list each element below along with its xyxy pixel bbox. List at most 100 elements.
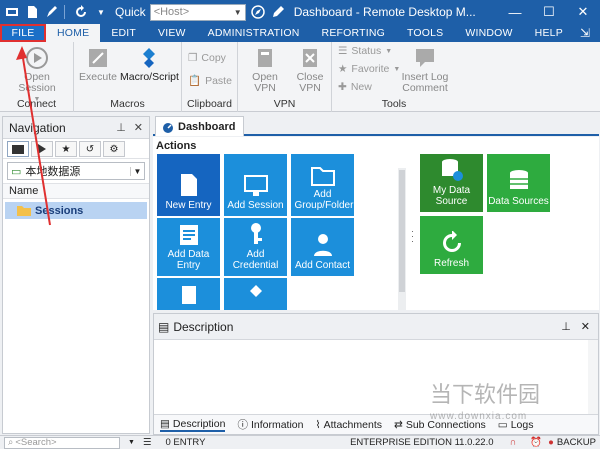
paste-icon: 📋 [188,75,202,87]
tab-file[interactable]: FILE [0,24,46,42]
star-icon[interactable]: ★ [55,141,77,157]
backup-icon: ● [548,437,554,448]
chevron-down-icon[interactable]: ▼ [128,439,135,446]
more-actions-tile[interactable] [224,278,287,310]
navigation-toolbar: ★ ↺ ⚙ [3,139,149,159]
new-button[interactable]: ✚ New [338,81,372,93]
tab-edit[interactable]: EDIT [100,24,147,42]
backup-button[interactable]: ● BACKUP [548,437,596,448]
open-session-label: Open Session [18,71,56,94]
copy-label: Copy [201,52,226,64]
tab-reporting[interactable]: REFORTING [311,24,396,42]
backup-label: BACKUP [556,437,596,448]
layout-icon[interactable]: ⇲ [580,26,590,40]
dashboard-panel: Actions New Entry Add Session Add Group/… [153,137,599,310]
app-icon[interactable] [4,4,20,20]
tab-information[interactable]: ⓘ Information [237,417,303,432]
menu-bar: FILE HOME EDIT VIEW ADMINISTRATION REFOR… [0,24,600,42]
edit-icon[interactable] [44,4,60,20]
tab-dashboard[interactable]: Dashboard [155,116,245,136]
tab-label: Description [172,417,226,430]
tab-administration[interactable]: ADMINISTRATION [197,24,311,42]
paste-button[interactable]: 📋 Paste [188,74,232,88]
copy-button[interactable]: ❐ Copy [188,52,226,64]
info-icon: ⓘ [237,419,248,431]
host-input[interactable]: <Host> ▼ [149,3,246,21]
tab-help[interactable]: HELP [524,24,574,42]
close-icon[interactable]: ✕ [134,121,143,134]
database-icon [441,159,463,181]
plus-icon: ✚ [338,81,347,93]
add-group-folder-tile[interactable]: Add Group/Folder [291,154,354,216]
data-source-select[interactable]: ▭ 本地数据源 ▼ [7,162,145,180]
navigation-panel: Navigation ⊥ ✕ ★ ↺ ⚙ ▭ 本地数据源 ▼ Name Sess… [2,116,150,434]
chevron-down-icon[interactable]: ▼ [93,4,109,20]
description-icon: ▤ [160,417,170,430]
folder-view-icon[interactable] [7,141,29,157]
add-data-entry-tile[interactable]: Add Data Entry [157,218,220,276]
add-session-tile[interactable]: Add Session [224,154,287,216]
tab-tools[interactable]: TOOLS [396,24,454,42]
add-contact-tile[interactable]: Add Contact [291,218,354,276]
close-vpn-button[interactable]: Close VPN [292,46,328,94]
ribbon: Open Session ▼ Connect Execute Macro/Scr… [0,42,600,112]
search-placeholder: <Search> [15,437,57,448]
chevron-down-icon[interactable]: ▼ [234,8,242,17]
execute-button[interactable]: Execute [78,46,118,83]
close-vpn-icon [298,46,322,70]
new-entry-tile[interactable]: New Entry [157,154,220,216]
description-scrollbar[interactable] [588,340,598,414]
pen-icon[interactable] [270,4,286,20]
copy-icon: ❐ [188,52,198,64]
data-sources-tile[interactable]: Data Sources [487,154,550,212]
magnet-icon[interactable]: ∩ [510,437,517,448]
gear-icon[interactable]: ⚙ [103,141,125,157]
open-vpn-icon [253,46,277,70]
pin-icon[interactable]: ⊥ [561,320,571,333]
compass-icon[interactable] [250,4,266,20]
my-data-source-tile[interactable]: My Data Source [420,154,483,212]
open-session-button[interactable]: Open Session ▼ [6,46,68,105]
folder-icon [310,167,335,186]
tab-attachments[interactable]: ⌇ Attachments [315,419,382,431]
tree-item-sessions[interactable]: Sessions [5,202,147,219]
favorite-button[interactable]: ★ Favorite ▼ [338,63,400,75]
folder-icon [17,206,31,216]
alarm-icon[interactable]: ⏰ [530,437,542,448]
more-actions-tile[interactable] [157,278,220,310]
pin-icon[interactable]: ⊥ [116,121,126,134]
insert-log-comment-label: Insert Log Comment [401,71,449,94]
insert-log-comment-button[interactable]: Insert Log Comment [398,46,452,94]
document-icon[interactable] [24,4,40,20]
name-column-header[interactable]: Name [3,183,149,199]
chevron-down-icon[interactable]: ▼ [130,166,144,176]
status-button[interactable]: ☰ Status ▼ [338,45,392,57]
history-icon[interactable]: ↺ [79,141,101,157]
tab-description[interactable]: ▤ Description [160,417,226,432]
scrollbar-thumb[interactable] [399,170,405,292]
tab-window[interactable]: WINDOW [454,24,523,42]
add-credential-tile[interactable]: Add Credential [224,218,287,276]
refresh-tile[interactable]: Refresh [420,216,483,274]
close-icon[interactable]: ✕ [581,320,590,333]
open-vpn-label: Open VPN [252,71,278,94]
tab-view[interactable]: VIEW [147,24,197,42]
macro-script-button[interactable]: Macro/Script [120,46,179,83]
close-icon[interactable]: ✕ [566,0,600,24]
host-placeholder: <Host> [153,6,190,18]
dashboard-scrollbar[interactable] [398,168,406,310]
maximize-icon[interactable]: ☐ [532,0,566,24]
filter-icon[interactable]: ☰ [143,437,152,448]
splitter-handle[interactable]: · · · [411,227,414,246]
play-icon[interactable] [31,141,53,157]
execute-icon [86,46,110,70]
ribbon-group-label: Connect [16,98,57,110]
minimize-icon[interactable]: — [498,0,532,24]
monitor-icon [243,175,268,196]
open-vpn-button[interactable]: Open VPN [242,46,288,94]
tab-home[interactable]: HOME [46,24,101,42]
refresh-icon[interactable] [73,4,89,20]
search-input[interactable]: ⌕ <Search> [4,436,120,449]
chevron-down-icon: ▼ [385,47,393,55]
macro-script-icon [137,46,161,70]
